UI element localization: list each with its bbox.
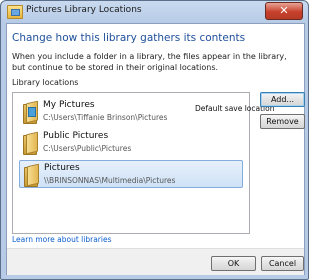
library-locations-label: Library locations: [12, 78, 79, 87]
dialog-heading: Change how this library gathers its cont…: [12, 32, 246, 44]
location-name: Public Pictures: [43, 131, 109, 141]
title-bar[interactable]: Pictures Library Locations ✕: [1, 1, 308, 23]
list-item-public-pictures[interactable]: Public Pictures C:\Users\Public\Pictures: [19, 129, 243, 157]
remove-button[interactable]: Remove: [260, 114, 305, 129]
location-name: Pictures: [44, 163, 80, 173]
dialog-body: Change how this library gathers its cont…: [6, 23, 305, 275]
folder-icon: [24, 163, 39, 187]
pictures-library-icon: [7, 5, 23, 19]
close-button[interactable]: ✕: [265, 2, 303, 20]
list-item-pictures-nas[interactable]: Pictures \\BRINSONNAS\Multimedia\Picture…: [19, 160, 243, 188]
pictures-folder-icon: [23, 100, 38, 124]
list-item-my-pictures[interactable]: My Pictures C:\Users\Tiffanie Brinson\Pi…: [19, 98, 275, 126]
library-locations-dialog: Pictures Library Locations ✕ Change how …: [0, 0, 309, 280]
cancel-button[interactable]: Cancel: [261, 256, 304, 271]
location-path: C:\Users\Public\Pictures: [43, 144, 132, 153]
location-name: My Pictures: [43, 100, 95, 110]
dialog-description: When you include a folder in a library, …: [12, 52, 287, 72]
location-path: C:\Users\Tiffanie Brinson\Pictures: [43, 113, 168, 122]
location-path: \\BRINSONNAS\Multimedia\Pictures: [44, 176, 176, 185]
window-title: Pictures Library Locations: [26, 5, 142, 15]
folder-icon: [23, 131, 38, 155]
add-button[interactable]: Add...: [260, 92, 305, 107]
learn-more-link[interactable]: Learn more about libraries: [12, 235, 111, 244]
library-locations-list[interactable]: My Pictures C:\Users\Tiffanie Brinson\Pi…: [12, 92, 275, 234]
ok-button[interactable]: OK: [211, 256, 256, 271]
dialog-footer: OK Cancel: [7, 248, 304, 275]
